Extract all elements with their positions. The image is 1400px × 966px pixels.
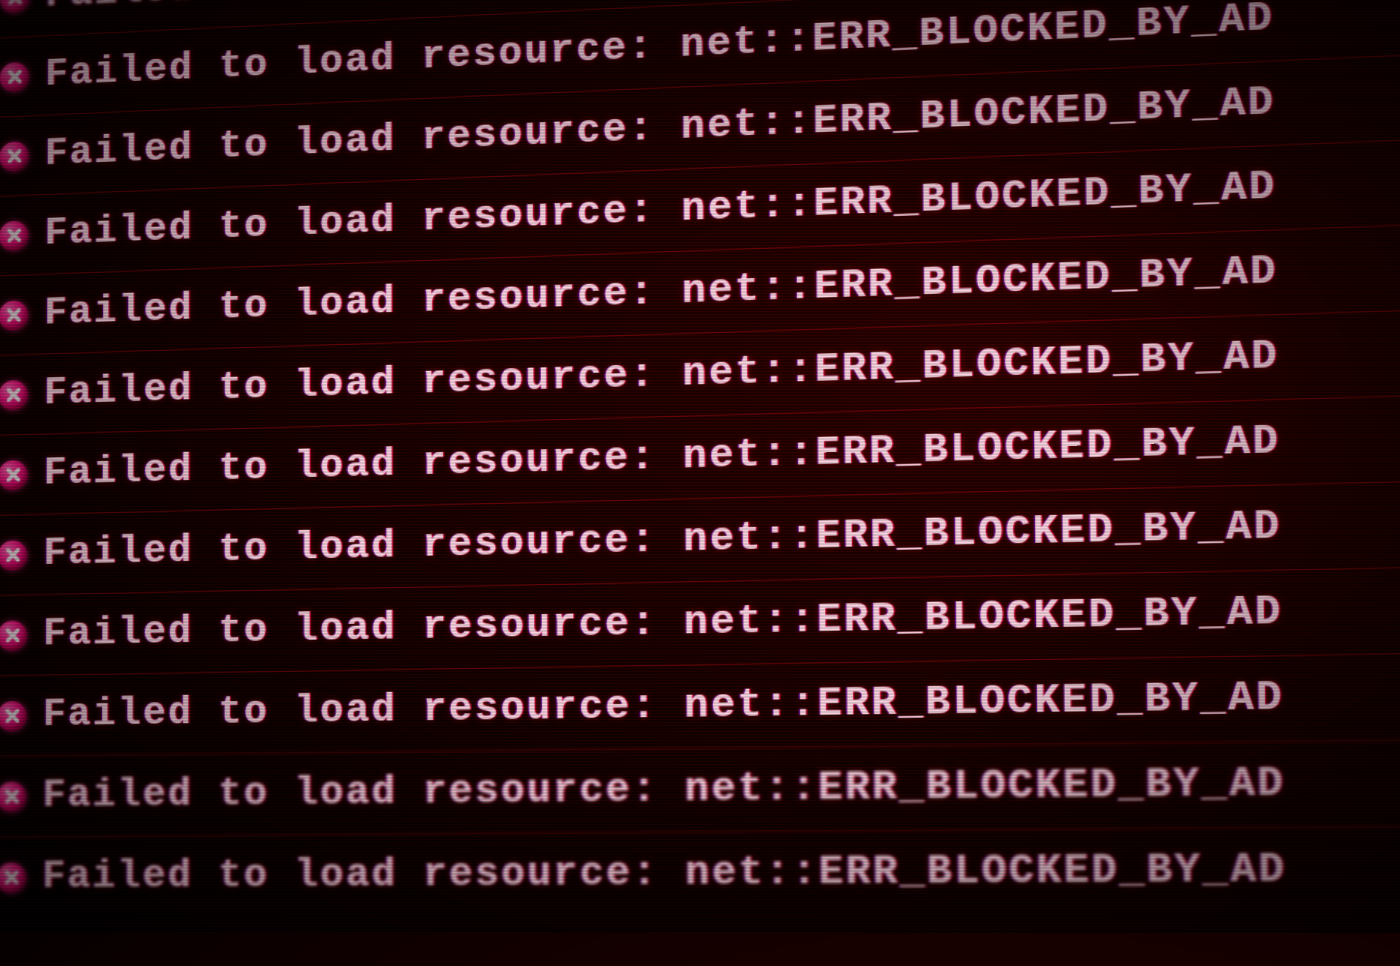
error-icon [0, 220, 29, 251]
error-icon [0, 701, 27, 732]
console-error-text: Failed to load resource: net::ERR_BLOCKE… [43, 590, 1283, 657]
error-icon [0, 862, 26, 893]
devtools-console: Failed to load resource: net::ERR_BLOCKE… [0, 0, 1400, 918]
error-icon [0, 781, 27, 812]
console-error-text: Failed to load resource: net::ERR_BLOCKE… [42, 847, 1287, 899]
error-icon [0, 620, 27, 651]
error-icon [0, 0, 30, 13]
console-error-text: Failed to load resource: net::ERR_BLOCKE… [43, 675, 1284, 737]
console-error-text: Failed to load resource: net::ERR_BLOCKE… [44, 419, 1281, 495]
console-error-text: Failed to load resource: net::ERR_BLOCKE… [43, 504, 1281, 576]
error-icon [0, 459, 28, 490]
error-icon [0, 379, 28, 410]
console-error-text: Failed to load resource: net::ERR_BLOCKE… [43, 761, 1286, 818]
error-icon [0, 540, 28, 571]
error-icon [0, 61, 29, 92]
error-icon [0, 300, 28, 331]
error-icon [0, 141, 29, 172]
console-error-row[interactable]: Failed to load resource: net::ERR_BLOCKE… [0, 825, 1400, 918]
